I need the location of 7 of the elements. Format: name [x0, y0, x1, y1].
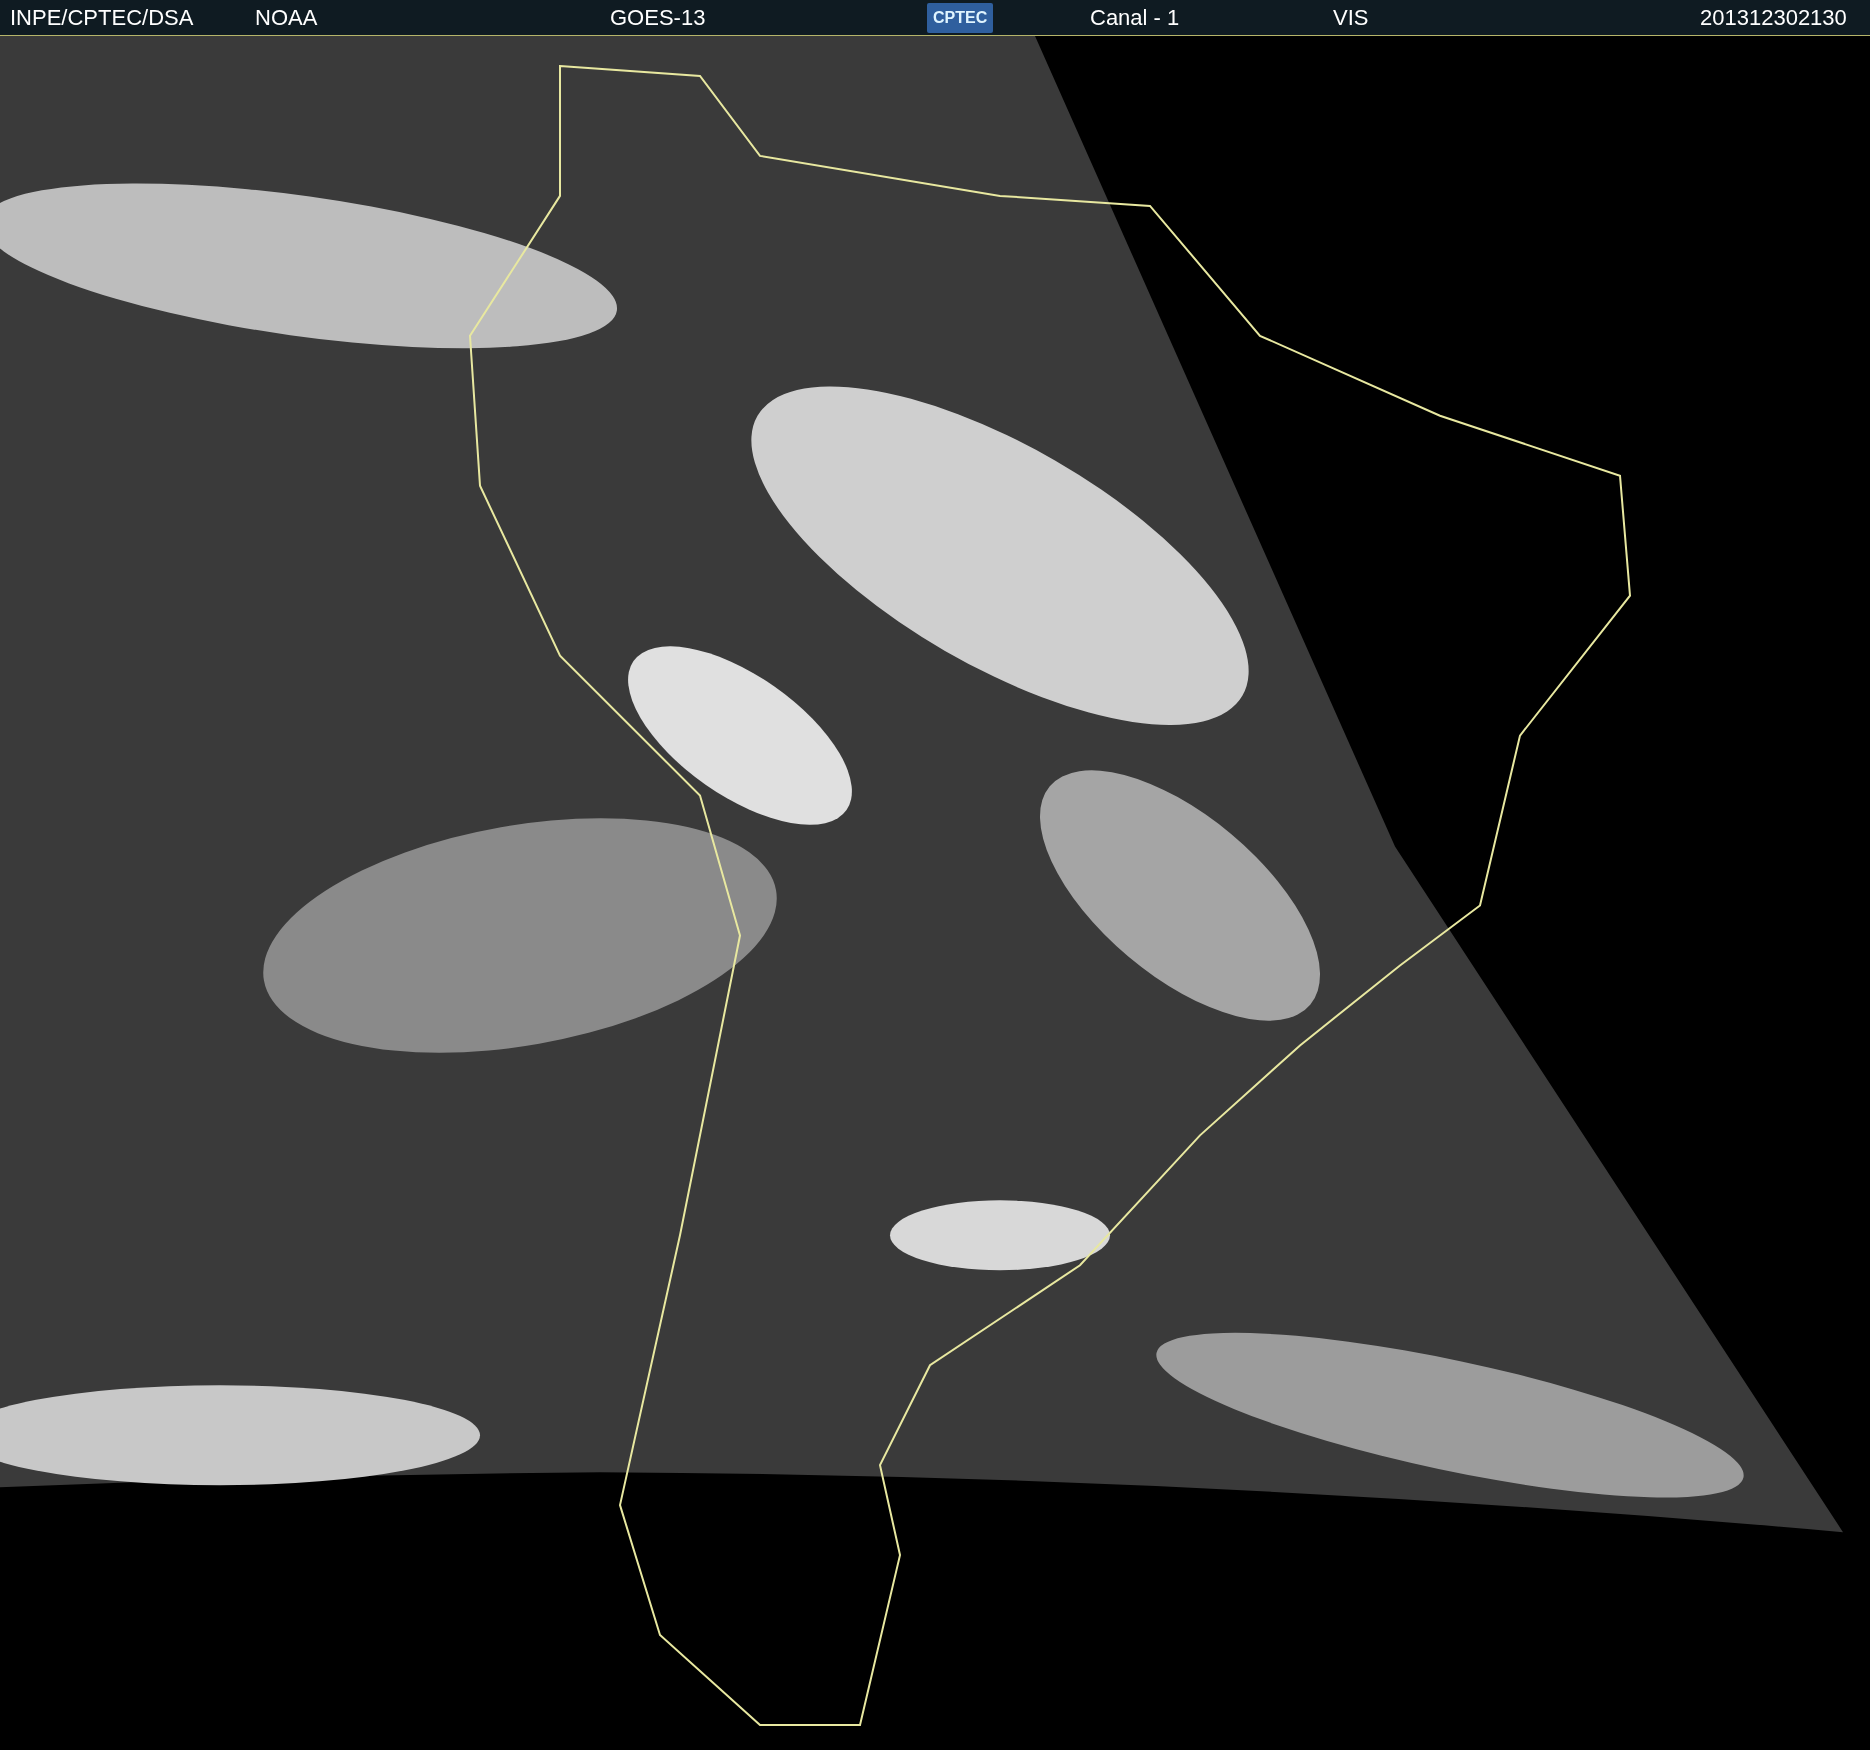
header-label: VIS	[1333, 4, 1369, 31]
header-label: NOAA	[255, 4, 318, 31]
logo: CPTEC	[927, 2, 994, 33]
header-label: GOES-13	[610, 4, 706, 31]
header-label: 201312302130	[1700, 4, 1847, 31]
header-label: Canal - 1	[1090, 4, 1180, 31]
header-label: INPE/CPTEC/DSA	[10, 4, 194, 31]
